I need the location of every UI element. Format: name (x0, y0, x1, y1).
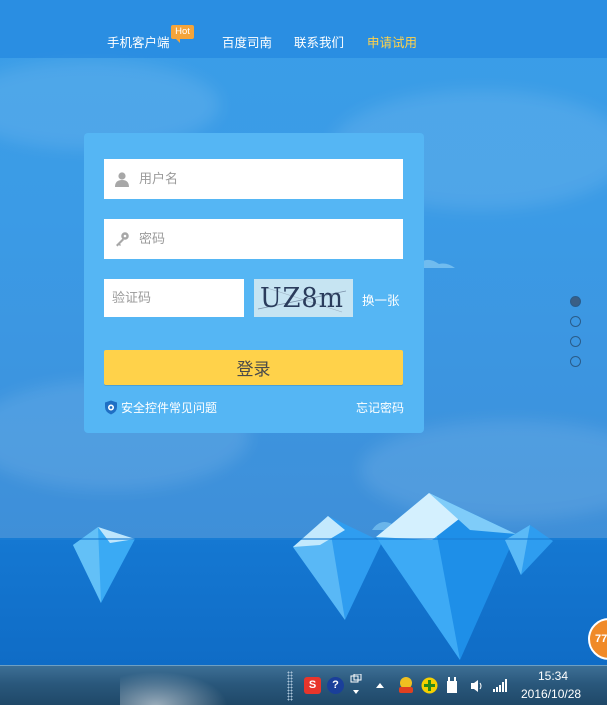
nav-mobile-client[interactable]: 手机客户端 (107, 35, 170, 51)
clock-time[interactable]: 15:34 (538, 669, 568, 683)
signal-icon[interactable] (493, 679, 509, 692)
sogou-input-icon[interactable]: S (304, 677, 321, 694)
taskbar-grip[interactable] (287, 671, 293, 701)
captcha-text: UZ8m (260, 283, 344, 314)
windows-taskbar: S ? (0, 665, 607, 705)
green-plus-icon[interactable] (421, 677, 438, 694)
password-field (104, 219, 403, 259)
user-icon (115, 172, 129, 187)
nav-contact-us[interactable]: 联系我们 (294, 35, 344, 51)
password-input[interactable] (139, 219, 394, 259)
captcha-image[interactable]: UZ8m (254, 279, 353, 317)
top-navigation: 手机客户端 Hot 百度司南 联系我们 申请试用 (0, 0, 607, 58)
show-hidden-icons-icon[interactable] (376, 682, 384, 688)
captcha-field (104, 279, 244, 317)
carousel-dot-1[interactable] (570, 296, 581, 307)
hot-badge: Hot (171, 25, 194, 43)
username-field (104, 159, 403, 199)
network-notify-icon[interactable] (350, 674, 362, 698)
power-plug-icon[interactable] (445, 677, 459, 695)
login-button[interactable]: 登录 (104, 350, 403, 385)
taskbar-glow (120, 666, 240, 705)
security-guard-icon[interactable] (397, 675, 415, 695)
carousel-dot-4[interactable] (570, 356, 581, 367)
carousel-dot-3[interactable] (570, 336, 581, 347)
security-control-help-link[interactable]: 安全控件常见问题 (104, 399, 217, 416)
nav-baidu-sinan[interactable]: 百度司南 (222, 35, 272, 51)
captcha-input[interactable] (112, 279, 238, 317)
nav-apply-trial[interactable]: 申请试用 (367, 35, 417, 51)
key-icon (116, 232, 129, 247)
volume-icon[interactable] (470, 679, 486, 693)
help-icon[interactable]: ? (327, 677, 344, 694)
login-panel: UZ8m 换一张 登录 安全控件常见问题 忘记密码 (84, 133, 424, 433)
clock-date[interactable]: 2016/10/28 (521, 687, 581, 701)
forgot-password-link[interactable]: 忘记密码 (356, 399, 404, 416)
refresh-captcha-link[interactable]: 换一张 (362, 290, 400, 309)
carousel-dot-2[interactable] (570, 316, 581, 327)
shield-icon (105, 400, 117, 415)
username-input[interactable] (139, 159, 394, 199)
security-control-help-label: 安全控件常见问题 (121, 401, 218, 415)
